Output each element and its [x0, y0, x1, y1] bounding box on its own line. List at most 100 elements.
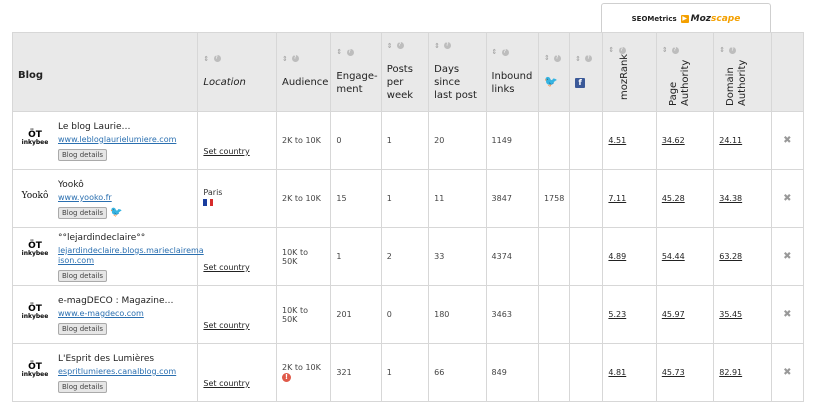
inbound-cell: 3847 [485, 169, 539, 228]
page-authority-cell: 45.73 [655, 343, 715, 402]
col-audience[interactable]: ⇕ ? Audience [275, 32, 332, 112]
col-blog-label: Blog [18, 69, 44, 81]
sort-icon[interactable]: ⇕ ? [203, 55, 271, 64]
blog-details-button[interactable]: Blog details [58, 270, 108, 283]
col-engagement-label: Engage-ment [336, 70, 378, 95]
sort-icon[interactable]: ⇕ ? [282, 55, 325, 64]
domain-authority-cell: 35.45 [713, 285, 772, 344]
col-mozrank[interactable]: ⇕ ? mozRank [602, 32, 657, 112]
mozrank-cell: 4.51 [602, 111, 657, 170]
domain-authority-link[interactable]: 24.11 [719, 136, 742, 145]
posts-cell: 1 [380, 343, 430, 402]
col-blog[interactable]: Blog [11, 32, 199, 112]
set-country-link[interactable]: Set country [203, 241, 271, 272]
days-cell: 66 [428, 343, 487, 402]
days-cell: 20 [428, 111, 487, 170]
col-inbound-label: Inbound links [491, 70, 533, 95]
sort-icon[interactable]: ⇕ ? [719, 46, 765, 55]
mozrank-link[interactable]: 4.89 [608, 252, 626, 261]
twitter-cell [537, 227, 571, 286]
sort-icon[interactable]: ⇕ ? [575, 55, 597, 64]
sort-icon[interactable]: ⇕ ? [387, 42, 423, 51]
domain-authority-cell: 24.11 [713, 111, 772, 170]
table-row: ÖT inkybee e-magDECO : Magazine… www.e-magd… [11, 285, 805, 344]
remove-row-button[interactable]: ✖ [770, 169, 805, 228]
blog-details-button[interactable]: Blog details [58, 323, 108, 336]
page-authority-link[interactable]: 34.62 [662, 136, 685, 145]
mozrank-link[interactable]: 5.23 [608, 310, 626, 319]
col-mozrank-label: mozRank [619, 53, 631, 100]
audience-value: 10K to 50K [282, 305, 308, 324]
yooko-logo: Yookô [18, 180, 52, 214]
warning-icon[interactable]: ! [282, 373, 291, 382]
mozrank-link[interactable]: 4.51 [608, 136, 626, 145]
mozrank-cell: 7.11 [602, 169, 657, 228]
col-location[interactable]: ⇕ ? Location [197, 32, 277, 112]
col-domain-authority[interactable]: ⇕ ? Domain Authority [713, 32, 772, 112]
set-country-link[interactable]: Set country [203, 125, 271, 156]
audience-value: 2K to 10K [282, 136, 321, 145]
table-row: ÖT inkybee Le blog Laurie… www.lebloglaurie… [11, 111, 805, 170]
remove-row-button[interactable]: ✖ [770, 227, 805, 286]
domain-authority-cell: 82.91 [713, 343, 772, 402]
twitter-icon: 🐦 [543, 75, 558, 89]
domain-authority-link[interactable]: 82.91 [719, 368, 742, 377]
page-authority-link[interactable]: 45.28 [662, 194, 685, 203]
set-country-link[interactable]: Set country [203, 299, 271, 330]
col-page-authority[interactable]: ⇕ ? Page Authority [655, 32, 715, 112]
remove-row-button[interactable]: ✖ [770, 111, 805, 170]
page-authority-link[interactable]: 45.73 [662, 368, 685, 377]
remove-row-button[interactable]: ✖ [770, 285, 805, 344]
remove-row-button[interactable]: ✖ [770, 343, 805, 402]
mozrank-link[interactable]: 4.81 [608, 368, 626, 377]
blog-url-link[interactable]: www.yooko.fr [58, 193, 122, 203]
page-authority-link[interactable]: 45.97 [662, 310, 685, 319]
col-inbound-links[interactable]: ⇕ ? Inbound links [485, 32, 539, 112]
blog-url-link[interactable]: www.e-magdeco.com [58, 309, 174, 319]
france-flag-icon [203, 199, 214, 206]
facebook-cell [569, 285, 604, 344]
page-authority-cell: 54.44 [655, 227, 715, 286]
blog-details-button[interactable]: Blog details [58, 381, 108, 394]
domain-authority-link[interactable]: 35.45 [719, 310, 742, 319]
sort-icon[interactable]: ⇕ ? [434, 42, 480, 51]
days-cell: 33 [428, 227, 487, 286]
blog-details-button[interactable]: Blog details [58, 207, 108, 220]
col-location-label: Location [203, 77, 246, 89]
col-days-since[interactable]: ⇕ ? Days since last post [428, 32, 487, 112]
sort-icon[interactable]: ⇕ ? [492, 48, 533, 57]
mozrank-link[interactable]: 7.11 [608, 194, 626, 203]
inbound-cell: 4374 [485, 227, 539, 286]
seometrics-label: SEOMetrics [631, 14, 677, 23]
mozrank-cell: 4.89 [602, 227, 657, 286]
blog-table: Blog ⇕ ? Location ⇕ ? Audience ⇕ ? Engage-m… [11, 32, 805, 402]
blog-url-link[interactable]: lejardindeclaire.blogs.marieclairema iso… [58, 246, 204, 267]
inkybee-logo-text: inkybee [21, 313, 49, 321]
col-twitter[interactable]: ⇕ ? 🐦 [537, 32, 571, 112]
audience-value: 2K to 10K [282, 363, 321, 372]
blog-url-link[interactable]: www.lebloglaurielumiere.com [58, 135, 176, 145]
domain-authority-link[interactable]: 63.28 [719, 252, 742, 261]
close-icon: ✖ [783, 135, 792, 146]
col-engagement[interactable]: ⇕ ? Engage-ment [330, 32, 382, 112]
mozscape-icon: ▶ [680, 14, 689, 23]
domain-authority-cell: 63.28 [713, 227, 772, 286]
sort-icon[interactable]: ⇕ ? [336, 48, 375, 57]
blog-url-link[interactable]: espritlumieres.canalblog.com [58, 367, 176, 377]
close-icon: ✖ [783, 193, 792, 204]
blog-cell: ÖT inkybee °°lejardindeclaire°° lejardindec… [11, 227, 204, 286]
facebook-cell [569, 343, 604, 402]
page-authority-link[interactable]: 54.44 [662, 252, 685, 261]
header-row: Blog ⇕ ? Location ⇕ ? Audience ⇕ ? Engage-m… [11, 32, 805, 112]
sort-icon[interactable]: ⇕ ? [544, 54, 564, 63]
domain-authority-link[interactable]: 34.38 [719, 194, 742, 203]
blog-name: e-magDECO : Magazine… [58, 295, 174, 306]
col-facebook[interactable]: ⇕ ? f [569, 32, 604, 112]
set-country-link[interactable]: Set country [203, 357, 271, 388]
twitter-icon[interactable]: 🐦 [110, 207, 122, 218]
sort-icon[interactable]: ⇕ ? [662, 46, 708, 55]
blog-details-button[interactable]: Blog details [58, 149, 108, 162]
col-page-authority-label: Page Authority [667, 59, 691, 106]
close-icon: ✖ [783, 251, 792, 262]
col-posts-per-week[interactable]: ⇕ ? Posts per week [380, 32, 430, 112]
